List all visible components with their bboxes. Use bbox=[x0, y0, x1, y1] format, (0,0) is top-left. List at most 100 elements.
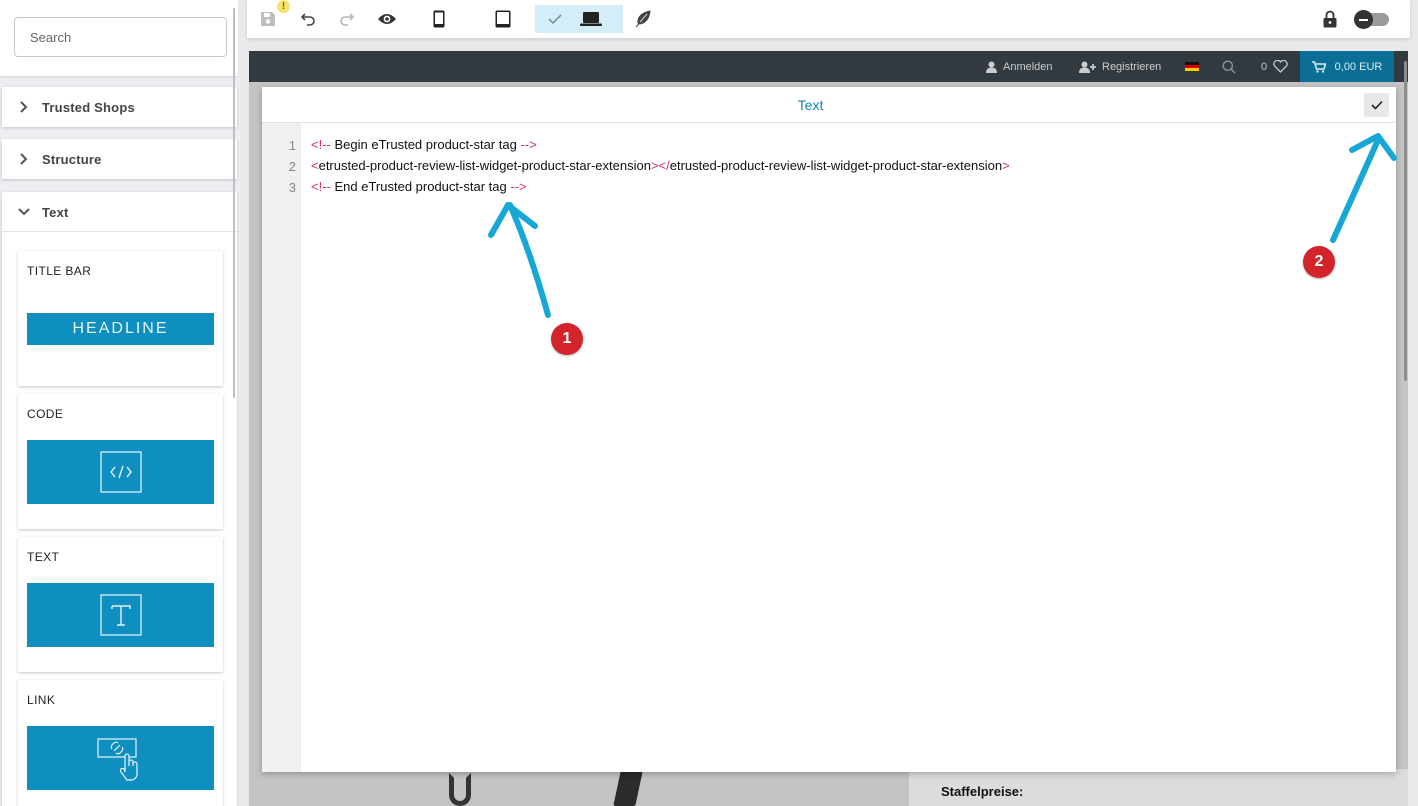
search-input[interactable] bbox=[14, 17, 227, 57]
lock-icon bbox=[1323, 10, 1337, 28]
widget-title: CODE bbox=[27, 407, 64, 421]
code-token: ></ bbox=[650, 158, 670, 173]
mobile-view-button[interactable] bbox=[428, 0, 450, 38]
confirm-button[interactable] bbox=[1364, 93, 1389, 117]
line-number: 2 bbox=[288, 159, 296, 174]
eye-icon bbox=[378, 14, 396, 24]
redo-icon bbox=[340, 13, 355, 26]
cart-button[interactable]: 0,00 EUR bbox=[1300, 51, 1394, 82]
preview-button[interactable] bbox=[375, 0, 399, 38]
element-sidebar: Trusted Shops Structure Text TITLE BAR H… bbox=[0, 0, 240, 806]
code-token: < bbox=[311, 158, 319, 173]
shop-header: Anmelden Registrieren 0 0,00 EUR bbox=[249, 51, 1408, 82]
code-icon-box bbox=[27, 440, 214, 504]
language-selector[interactable] bbox=[1185, 51, 1199, 82]
code-token: --> bbox=[506, 179, 527, 194]
code-token: <!-- bbox=[311, 179, 335, 194]
german-flag-icon bbox=[1185, 61, 1199, 72]
code-token: <!-- bbox=[311, 137, 335, 152]
search-icon bbox=[1222, 60, 1236, 74]
link-icon-box bbox=[27, 726, 214, 790]
undo-icon bbox=[300, 13, 315, 26]
user-plus-icon bbox=[1079, 61, 1096, 73]
editor-header: Text bbox=[262, 87, 1396, 123]
code-token: --> bbox=[516, 137, 537, 152]
design-button[interactable] bbox=[631, 0, 655, 38]
user-icon bbox=[986, 61, 997, 73]
code-line-2[interactable]: <etrusted-product-review-list-widget-pro… bbox=[311, 158, 1010, 173]
editor-toolbar: ! bbox=[247, 0, 1410, 38]
desktop-check-button[interactable] bbox=[544, 0, 566, 38]
code-icon bbox=[99, 451, 142, 493]
desktop-view-button[interactable] bbox=[578, 0, 604, 38]
widget-title-bar[interactable]: TITLE BAR HEADLINE bbox=[18, 251, 223, 386]
feather-icon bbox=[635, 10, 651, 28]
line-number: 1 bbox=[288, 138, 296, 153]
section-label: Trusted Shops bbox=[42, 99, 135, 115]
section-trusted-shops[interactable]: Trusted Shops bbox=[2, 87, 237, 127]
editor-title: Text bbox=[797, 97, 824, 113]
line-number-gutter: 1 2 3 bbox=[262, 123, 301, 772]
heart-icon bbox=[1273, 60, 1288, 73]
wishlist-count: 0 bbox=[1261, 60, 1268, 73]
mobile-icon bbox=[433, 10, 445, 28]
save-icon bbox=[261, 12, 275, 26]
text-t-icon bbox=[99, 594, 142, 636]
login-label: Anmelden bbox=[1003, 60, 1053, 73]
toggle-knob bbox=[1354, 10, 1373, 29]
section-text[interactable]: Text bbox=[2, 192, 237, 232]
search-box bbox=[0, 0, 238, 76]
edit-mode-toggle[interactable] bbox=[1354, 10, 1389, 29]
lock-button[interactable] bbox=[1319, 0, 1341, 38]
code-token: End eTrusted product-star tag bbox=[334, 179, 507, 194]
warning-badge: ! bbox=[277, 0, 290, 13]
check-icon bbox=[1370, 100, 1383, 110]
tablet-view-button[interactable] bbox=[491, 0, 515, 38]
section-label: Text bbox=[42, 204, 69, 220]
code-token: Begin eTrusted product-star tag bbox=[334, 137, 517, 152]
wishlist-link[interactable]: 0 bbox=[1261, 51, 1288, 82]
chevron-down-icon bbox=[18, 208, 30, 216]
register-label: Registrieren bbox=[1102, 60, 1162, 73]
widget-title: TITLE BAR bbox=[27, 264, 92, 278]
section-structure[interactable]: Structure bbox=[2, 139, 237, 179]
annotation-marker-1: 1 bbox=[551, 323, 583, 355]
shop-search-button[interactable] bbox=[1222, 51, 1236, 82]
undo-button[interactable] bbox=[297, 0, 319, 38]
line-number: 3 bbox=[288, 180, 296, 195]
headline-preview-text: HEADLINE bbox=[72, 320, 169, 337]
chevron-right-icon bbox=[20, 153, 28, 165]
cart-icon bbox=[1311, 60, 1326, 73]
annotation-marker-2: 2 bbox=[1303, 246, 1335, 278]
code-token: > bbox=[1002, 158, 1010, 173]
widget-link[interactable]: LINK bbox=[18, 680, 223, 806]
widget-title: TEXT bbox=[27, 550, 60, 564]
check-icon bbox=[548, 14, 562, 25]
code-token: etrusted-product-review-list-widget-prod… bbox=[669, 158, 1003, 173]
link-hand-icon bbox=[96, 738, 138, 781]
register-link[interactable]: Registrieren bbox=[1079, 51, 1161, 82]
widget-text[interactable]: TEXT bbox=[18, 537, 223, 672]
section-label: Structure bbox=[42, 151, 102, 167]
tier-prices-label: Staffelpreise: bbox=[941, 784, 1024, 799]
text-icon-box bbox=[27, 583, 214, 647]
redo-button[interactable] bbox=[336, 0, 358, 38]
code-line-3[interactable]: <!-- End eTrusted product-star tag --> bbox=[311, 179, 527, 194]
laptop-icon bbox=[580, 12, 602, 26]
preview-scrollbar[interactable] bbox=[1404, 61, 1407, 381]
code-line-1[interactable]: <!-- Begin eTrusted product-star tag --> bbox=[311, 137, 537, 152]
chevron-right-icon bbox=[20, 101, 28, 113]
product-image-part bbox=[613, 771, 643, 806]
headline-icon: HEADLINE bbox=[27, 313, 214, 345]
tablet-icon bbox=[495, 10, 511, 28]
widget-title: LINK bbox=[27, 693, 56, 707]
product-image-part bbox=[449, 773, 471, 806]
save-button[interactable] bbox=[257, 0, 279, 38]
code-token: etrusted-product-review-list-widget-prod… bbox=[318, 158, 651, 173]
text-editor-modal: Text 1 2 3 <!-- Begin eTrusted product-s… bbox=[262, 87, 1396, 772]
sidebar-scrollbar[interactable] bbox=[233, 8, 235, 398]
login-link[interactable]: Anmelden bbox=[986, 51, 1053, 82]
cart-total: 0,00 EUR bbox=[1334, 60, 1383, 73]
widget-code[interactable]: CODE bbox=[18, 394, 223, 529]
divider bbox=[2, 231, 237, 232]
